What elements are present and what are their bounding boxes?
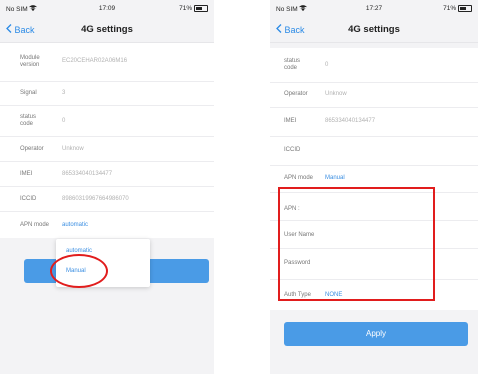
page-title: 4G settings — [81, 24, 133, 35]
row-label: IMEI — [284, 118, 297, 124]
row-label: Module version — [20, 55, 40, 68]
apn-mode-select[interactable]: automatic — [62, 222, 88, 228]
row-label: ICCID — [284, 147, 301, 153]
row-label: IMEI — [20, 171, 33, 177]
row-apn-mode[interactable]: APN mode automatic — [0, 212, 214, 238]
row-module-version: Module version EC20CEHAR02A06M16 — [0, 43, 214, 82]
row-iccid: ICCID — [270, 137, 478, 166]
row-label: APN mode — [20, 222, 50, 228]
row-label: ICCID — [20, 196, 37, 202]
row-value: 865334040134477 — [62, 171, 113, 177]
row-operator: Operator Unknow — [270, 83, 478, 108]
row-value: 0 — [325, 62, 329, 68]
row-label: status code — [20, 114, 37, 127]
row-iccid: ICCID 89860319967664986070 — [0, 187, 214, 212]
row-value: 865334040134477 — [325, 118, 376, 124]
status-bar: No SIM 17:09 71% — [0, 0, 214, 16]
row-status-code: status code 0 — [0, 106, 214, 137]
annotation-box — [278, 187, 435, 301]
settings-list: Module version EC20CEHAR02A06M16 Signal … — [0, 43, 214, 238]
page-title: 4G settings — [348, 24, 400, 35]
status-bar: No SIM 17:27 71% — [270, 0, 478, 16]
battery-percent: 71% — [443, 5, 457, 13]
row-value: 0 — [62, 118, 66, 124]
battery-icon — [458, 5, 472, 12]
row-label: Operator — [284, 91, 308, 97]
nav-bar: Back 4G settings — [270, 16, 478, 43]
row-operator: Operator Unknow — [0, 137, 214, 162]
nav-bar: Back 4G settings — [0, 16, 214, 43]
row-value: Unknow — [325, 91, 347, 97]
row-label: APN mode — [284, 175, 314, 181]
row-signal: Signal 3 — [0, 82, 214, 106]
row-label: Signal — [20, 90, 37, 96]
row-value: Unknow — [62, 146, 84, 152]
row-imei: IMEI 865334040134477 — [0, 162, 214, 187]
annotation-circle — [50, 254, 108, 288]
row-value: EC20CEHAR02A06M16 — [62, 58, 128, 64]
row-value: 3 — [62, 90, 66, 96]
battery-icon — [194, 5, 208, 12]
apply-button[interactable]: Apply — [284, 322, 468, 346]
row-status-code: status code 0 — [270, 48, 478, 83]
battery-percent: 71% — [179, 5, 193, 13]
row-label: status code — [284, 58, 301, 71]
row-value: 89860319967664986070 — [62, 196, 129, 202]
row-label: Operator — [20, 146, 44, 152]
row-imei: IMEI 865334040134477 — [270, 108, 478, 137]
left-phone-screen: No SIM 17:09 71% Back 4G settings Module… — [0, 0, 214, 374]
apn-mode-select[interactable]: Manual — [325, 175, 345, 181]
